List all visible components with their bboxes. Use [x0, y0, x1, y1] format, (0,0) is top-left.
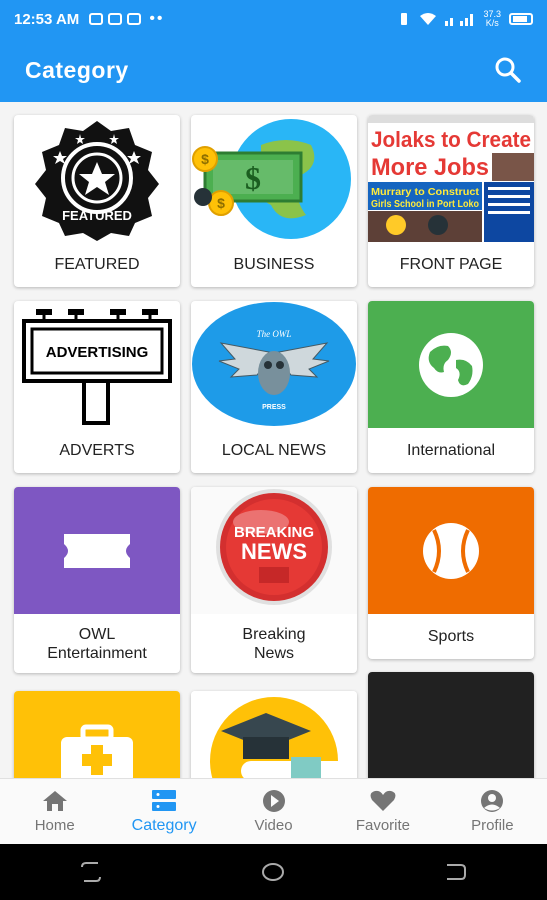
nav-label: Favorite	[355, 817, 411, 834]
local-news-image: The OWL PRESS	[191, 301, 357, 428]
category-card-adverts[interactable]: ADVERTISING ADVERTS	[14, 301, 180, 473]
category-card-dark[interactable]	[368, 672, 534, 778]
nav-profile[interactable]: Profile	[438, 779, 547, 844]
vibrate-icon	[401, 13, 408, 25]
news-text: NEWS	[241, 539, 307, 564]
category-card-local-news[interactable]: The OWL PRESS LOCAL NEWS	[191, 301, 357, 473]
baseball-icon	[423, 522, 479, 579]
nav-favorite[interactable]: Favorite	[328, 779, 437, 844]
svg-text:$: $	[201, 151, 209, 167]
category-grid: FEATURED FEATURED $ $ $ BUSINESS Jolaks …	[0, 102, 547, 778]
dark-tile-image	[368, 672, 534, 778]
battery-icon	[509, 13, 533, 25]
status-right: 37.3 K/s	[397, 10, 533, 28]
category-icon	[152, 789, 177, 811]
category-label: International	[406, 442, 496, 459]
international-image	[368, 301, 534, 428]
category-card-featured[interactable]: FEATURED FEATURED	[14, 115, 180, 287]
category-card-owl-entertainment[interactable]: OWL Entertainment	[14, 487, 180, 673]
nav-label: Home	[34, 817, 75, 834]
category-label: ADVERTS	[59, 442, 135, 459]
home-button-icon[interactable]	[260, 861, 286, 883]
category-card-business[interactable]: $ $ $ BUSINESS	[191, 115, 357, 287]
svg-text:$: $	[217, 195, 225, 211]
heart-icon	[370, 790, 396, 811]
featured-image: FEATURED	[14, 115, 180, 242]
ticket-icon	[64, 533, 130, 568]
nav-video[interactable]: Video	[219, 779, 328, 844]
notification-icons	[89, 13, 142, 25]
signal-icon	[445, 14, 474, 26]
profile-icon	[481, 790, 504, 812]
category-label: FEATURED	[54, 256, 140, 273]
breaking-news-image: BREAKING NEWS	[191, 487, 357, 614]
adverts-image: ADVERTISING	[14, 301, 180, 428]
globe-icon	[419, 332, 483, 397]
nav-label: Category	[131, 816, 197, 834]
health-image	[14, 691, 180, 778]
nav-label: Video	[254, 817, 293, 834]
more-notifications-icon: ••	[149, 10, 165, 27]
svg-text:More Jobs: More Jobs	[371, 154, 489, 181]
graduation-icon	[210, 697, 351, 778]
category-label: LOCAL NEWS	[221, 442, 327, 459]
status-time: 12:53 AM	[14, 10, 80, 28]
advertising-text: ADVERTISING	[46, 344, 149, 361]
category-card-international[interactable]: International	[368, 301, 534, 473]
education-image	[191, 691, 357, 778]
svg-text:Murrary to Construct: Murrary to Construct	[371, 187, 480, 198]
category-label: Breaking News	[242, 625, 306, 662]
category-card-education[interactable]	[191, 691, 357, 778]
app-bar: Category	[0, 38, 547, 102]
search-icon[interactable]	[494, 56, 522, 84]
category-label: FRONT PAGE	[399, 256, 503, 273]
svg-text:Girls School in Port Loko: Girls School in Port Loko	[371, 199, 479, 210]
press-text: PRESS	[262, 404, 286, 411]
business-image: $ $ $	[191, 115, 357, 242]
nav-home[interactable]: Home	[0, 779, 109, 844]
owl-logo-text: The OWL	[257, 329, 292, 339]
entertainment-image	[14, 487, 180, 614]
nav-category[interactable]: Category	[109, 779, 218, 844]
wifi-icon	[420, 13, 437, 25]
category-card-sports[interactable]: Sports	[368, 487, 534, 659]
medical-kit-icon	[61, 724, 133, 778]
page-title: Category	[25, 56, 129, 83]
nav-label: Profile	[471, 817, 514, 834]
front-page-image: Jolaks to Create More Jobs Murrary to Co…	[368, 115, 534, 242]
back-icon[interactable]	[443, 861, 469, 883]
category-card-health[interactable]	[14, 691, 180, 778]
svg-text:$: $	[245, 160, 261, 196]
bottom-navigation: Home Category Video Favorite Profile	[0, 778, 547, 844]
system-navigation-bar	[0, 844, 547, 900]
network-speed: 37.3 K/s	[483, 9, 501, 28]
home-icon	[42, 791, 67, 811]
svg-text:Jolaks to Create: Jolaks to Create	[371, 127, 531, 152]
play-icon	[262, 790, 285, 812]
category-label: OWL Entertainment	[47, 625, 147, 662]
category-card-front-page[interactable]: Jolaks to Create More Jobs Murrary to Co…	[368, 115, 534, 287]
sports-image	[368, 487, 534, 614]
category-card-breaking-news[interactable]: BREAKING NEWS Breaking News	[191, 487, 357, 673]
category-label: Sports	[427, 628, 475, 645]
featured-image-text: FEATURED	[62, 208, 132, 223]
recent-apps-icon[interactable]	[78, 861, 104, 883]
category-label: BUSINESS	[233, 256, 315, 273]
status-bar: 12:53 AM •• 37.3 K/s	[0, 0, 547, 38]
